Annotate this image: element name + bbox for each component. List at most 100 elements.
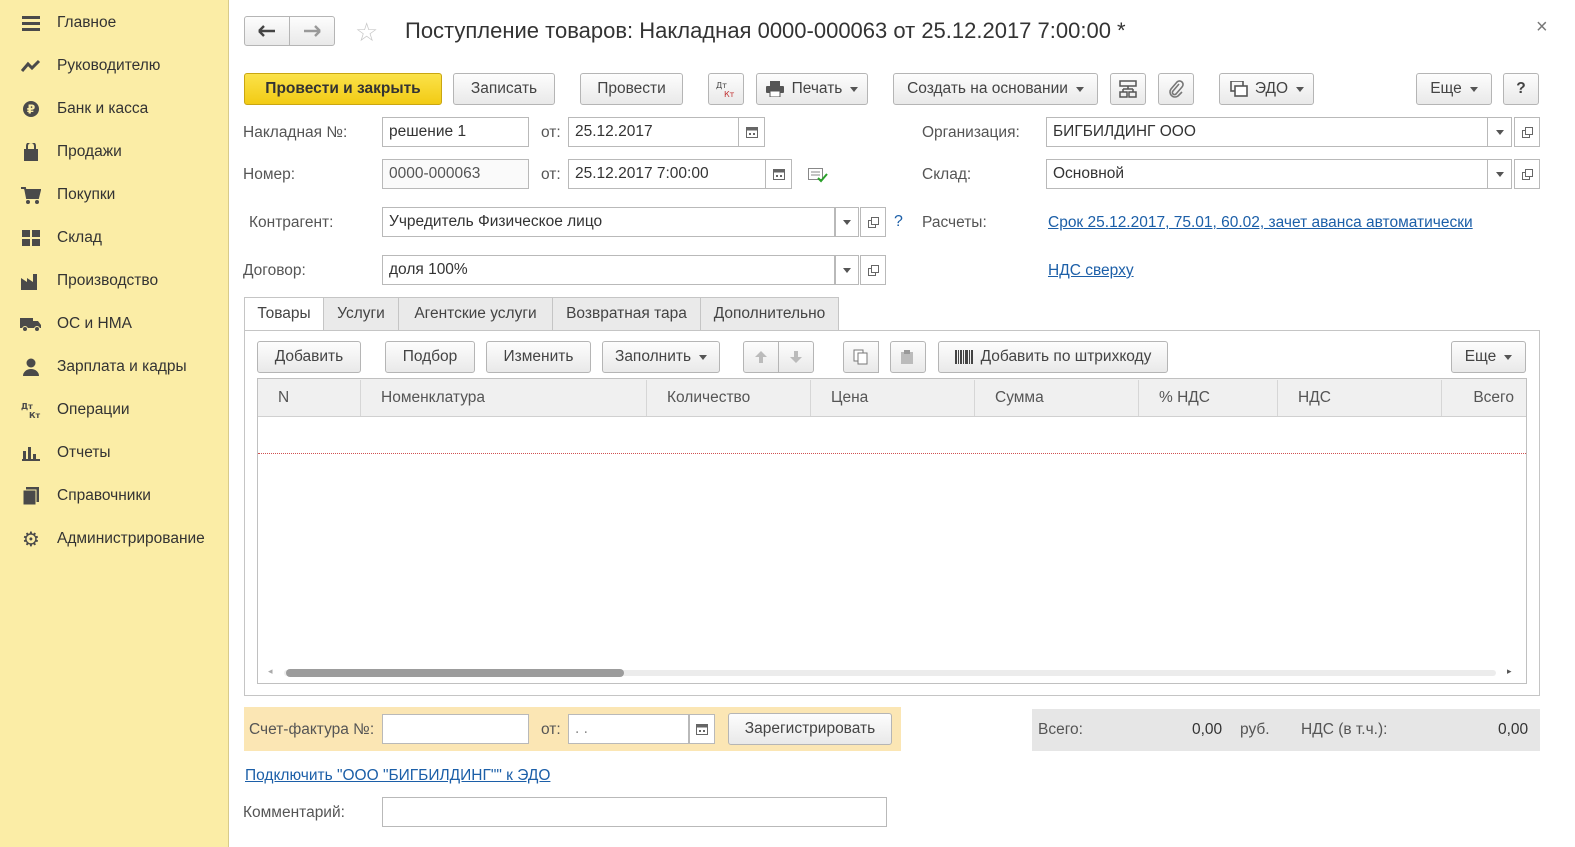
- back-button[interactable]: [244, 16, 290, 46]
- invoice-field[interactable]: [382, 714, 529, 744]
- post-button[interactable]: Провести: [580, 73, 683, 105]
- sidebar-item-reports[interactable]: Отчеты: [0, 436, 229, 470]
- svg-text:₽: ₽: [27, 103, 35, 117]
- print-button[interactable]: Печать: [756, 73, 868, 105]
- register-button[interactable]: Зарегистрировать: [728, 713, 892, 745]
- invoice-date-field[interactable]: 25.12.2017: [568, 117, 739, 147]
- chevron-down-icon: [843, 267, 851, 273]
- column-header-nomenclature[interactable]: Номенклатура: [361, 380, 647, 416]
- print-label: Печать: [791, 80, 843, 97]
- sidebar-item-admin[interactable]: ⚙ Администрирование: [0, 522, 229, 556]
- sidebar-item-assets[interactable]: ОС и НМА: [0, 307, 229, 341]
- copy-button[interactable]: [843, 341, 879, 373]
- contract-open-button[interactable]: [860, 255, 886, 285]
- help-button[interactable]: ?: [1503, 73, 1539, 105]
- tab-returnable-packaging[interactable]: Возвратная тара: [552, 297, 701, 331]
- trend-icon: [20, 55, 42, 77]
- settlements-link[interactable]: Срок 25.12.2017, 75.01, 60.02, зачет ава…: [1048, 214, 1473, 232]
- counterparty-open-button[interactable]: [860, 207, 886, 237]
- total-value: 0,00: [1192, 721, 1223, 738]
- factory-icon: [20, 270, 42, 292]
- forward-button[interactable]: [289, 16, 335, 46]
- attach-button[interactable]: [1158, 73, 1194, 105]
- horizontal-scrollbar-thumb[interactable]: [286, 669, 624, 677]
- cart-icon: [20, 184, 42, 206]
- sidebar-item-director[interactable]: Руководителю: [0, 49, 229, 83]
- column-header-amount[interactable]: Сумма: [975, 380, 1139, 416]
- sidebar-item-label: Продажи: [57, 143, 122, 160]
- warehouse-field[interactable]: Основной: [1046, 159, 1488, 189]
- contract-field[interactable]: доля 100%: [382, 255, 835, 285]
- organization-open-button[interactable]: [1514, 117, 1540, 147]
- vat-on-top-link[interactable]: НДС сверху: [1048, 262, 1134, 280]
- goods-table: [257, 378, 1527, 684]
- sidebar: Главное Руководителю ₽ Банк и касса Прод…: [0, 0, 229, 847]
- post-and-close-button[interactable]: Провести и закрыть: [244, 73, 442, 105]
- calendar-button[interactable]: [766, 159, 792, 189]
- sidebar-item-salary[interactable]: Зарплата и кадры: [0, 350, 229, 384]
- number-field[interactable]: 0000-000063: [382, 159, 529, 189]
- tab-goods[interactable]: Товары: [244, 297, 324, 331]
- sidebar-item-catalogs[interactable]: Справочники: [0, 479, 229, 513]
- invoice-date-input[interactable]: . .: [568, 714, 689, 744]
- tab-agent-services[interactable]: Агентские услуги: [398, 297, 553, 331]
- posting-status-icon[interactable]: [808, 167, 828, 187]
- column-header-vat-rate[interactable]: % НДС: [1139, 380, 1278, 416]
- sidebar-item-operations[interactable]: Дт Кт Операции: [0, 393, 229, 427]
- comment-field[interactable]: [382, 797, 887, 827]
- help-question-icon[interactable]: ?: [894, 213, 903, 231]
- sidebar-item-production[interactable]: Производство: [0, 264, 229, 298]
- invoice-number-field[interactable]: решение 1: [382, 117, 529, 147]
- warehouse-dropdown-button[interactable]: [1488, 159, 1512, 189]
- fill-button[interactable]: Заполнить: [602, 341, 720, 373]
- sidebar-item-purchases[interactable]: Покупки: [0, 178, 229, 212]
- number-date-field[interactable]: 25.12.2017 7:00:00: [568, 159, 766, 189]
- counterparty-field[interactable]: Учредитель Физическое лицо: [382, 207, 835, 237]
- sidebar-item-main[interactable]: Главное: [0, 6, 229, 40]
- connect-edo-link[interactable]: Подключить "ООО "БИГБИЛДИНГ"" к ЭДО: [245, 767, 550, 785]
- create-based-on-button[interactable]: Создать на основании: [893, 73, 1098, 105]
- calendar-button[interactable]: [739, 117, 765, 147]
- scroll-left-icon[interactable]: ◂: [268, 666, 273, 677]
- sidebar-item-warehouse[interactable]: Склад: [0, 221, 229, 255]
- add-row-button[interactable]: Добавить: [257, 341, 361, 373]
- edo-button[interactable]: ЭДО: [1219, 73, 1314, 105]
- invoice-from-label: от:: [541, 721, 561, 738]
- contract-dropdown-button[interactable]: [835, 255, 859, 285]
- page-title: Поступление товаров: Накладная 0000-0000…: [405, 18, 1126, 43]
- dt-kt-button[interactable]: Дт Кт: [708, 73, 744, 105]
- tab-additional[interactable]: Дополнительно: [700, 297, 839, 331]
- scroll-right-icon[interactable]: ▸: [1507, 666, 1512, 677]
- column-header-total[interactable]: Всего: [1442, 380, 1526, 416]
- sidebar-item-label: Справочники: [57, 487, 151, 504]
- warehouse-open-button[interactable]: [1514, 159, 1540, 189]
- column-header-quantity[interactable]: Количество: [647, 380, 811, 416]
- paste-button[interactable]: [890, 341, 926, 373]
- save-button[interactable]: Записать: [453, 73, 555, 105]
- star-icon[interactable]: ☆: [355, 17, 378, 48]
- move-down-button[interactable]: [778, 341, 814, 373]
- edo-icon: [1230, 81, 1248, 97]
- sidebar-item-label: Склад: [57, 229, 102, 246]
- organization-dropdown-button[interactable]: [1488, 117, 1512, 147]
- table-more-button[interactable]: Еще: [1451, 341, 1526, 373]
- sidebar-item-sales[interactable]: Продажи: [0, 135, 229, 169]
- more-button[interactable]: Еще: [1416, 73, 1492, 105]
- move-up-button[interactable]: [743, 341, 779, 373]
- add-by-barcode-button[interactable]: Добавить по штрихкоду: [938, 341, 1168, 373]
- sidebar-item-label: Главное: [57, 14, 117, 31]
- tab-services[interactable]: Услуги: [323, 297, 399, 331]
- close-icon[interactable]: ×: [1536, 16, 1548, 39]
- sidebar-item-bank[interactable]: ₽ Банк и касса: [0, 92, 229, 126]
- counterparty-dropdown-button[interactable]: [835, 207, 859, 237]
- warehouse-label: Склад:: [922, 166, 972, 183]
- column-header-n[interactable]: N: [258, 380, 361, 416]
- column-header-price[interactable]: Цена: [811, 380, 975, 416]
- structure-button[interactable]: [1110, 73, 1146, 105]
- calendar-button[interactable]: [689, 714, 715, 744]
- column-header-vat[interactable]: НДС: [1278, 380, 1442, 416]
- paperclip-icon: [1169, 80, 1184, 98]
- organization-field[interactable]: БИГБИЛДИНГ ООО: [1046, 117, 1488, 147]
- pick-button[interactable]: Подбор: [385, 341, 475, 373]
- edit-row-button[interactable]: Изменить: [486, 341, 591, 373]
